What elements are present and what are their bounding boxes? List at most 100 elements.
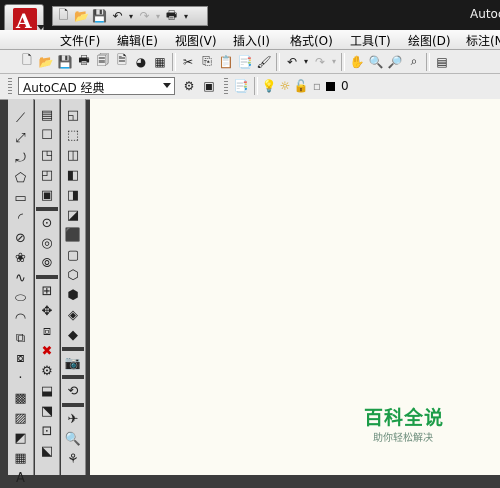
zoom-realtime-icon[interactable]: 🔍 (367, 53, 385, 71)
menu-draw[interactable]: 绘图(D) (408, 32, 451, 49)
polyline-icon[interactable]: ⤾ (11, 148, 31, 168)
viewport-freeze-icon[interactable]: ▫ (310, 77, 324, 95)
redo-icon[interactable]: ↷ (136, 8, 153, 24)
sun-icon[interactable]: ☼ (278, 77, 292, 95)
paste-icon[interactable]: 📋 (217, 53, 235, 71)
region-icon[interactable]: ◩ (11, 428, 31, 448)
se-isometric-icon[interactable]: ⬢ (63, 285, 83, 305)
box-icon[interactable]: ⬚ (63, 125, 83, 145)
layer-properties-icon[interactable]: 📑 (232, 77, 250, 95)
delete-faces-icon[interactable]: ✖ (37, 341, 57, 361)
imprint-icon[interactable]: ⬕ (37, 441, 57, 461)
workspace-settings-icon[interactable]: ⚙ (180, 77, 198, 95)
lock-icon[interactable]: 🔓 (294, 77, 309, 95)
zoom-window-icon[interactable]: 🔎 (386, 53, 404, 71)
spline-icon[interactable]: ∿ (11, 268, 31, 288)
match-properties-icon[interactable]: 🖌 (255, 53, 273, 71)
view-front-icon[interactable]: ◧ (63, 165, 83, 185)
view-top-icon[interactable]: ◫ (63, 145, 83, 165)
rect-boundary-icon[interactable]: ▣ (37, 185, 57, 205)
redo-icon[interactable]: ↷ (311, 53, 329, 71)
sw-isometric-icon[interactable]: ⬡ (63, 265, 83, 285)
paste-special-icon[interactable]: 📑 (236, 53, 254, 71)
undo-dropdown-icon[interactable]: ▾ (127, 8, 135, 24)
menu-insert[interactable]: 插入(I) (233, 32, 270, 49)
nw-isometric-icon[interactable]: ◆ (63, 325, 83, 345)
menu-tools[interactable]: 工具(T) (350, 32, 391, 49)
union-icon[interactable]: ⊙ (37, 213, 57, 233)
line-icon[interactable]: ⟋ (11, 108, 31, 128)
publish-icon[interactable]: 🗎 (113, 53, 131, 71)
menu-view[interactable]: 视图(V) (175, 32, 217, 49)
customize-icon[interactable]: ▣ (200, 77, 218, 95)
construction-line-icon[interactable]: ⤢ (11, 128, 31, 148)
view-right-icon[interactable]: ◪ (63, 205, 83, 225)
gradient-icon[interactable]: ▨ (11, 408, 31, 428)
customize-qat-icon[interactable]: ▾ (181, 8, 191, 24)
shell-icon[interactable]: ⬔ (37, 401, 57, 421)
plot-preview-icon[interactable]: 🗐 (94, 53, 112, 71)
intersect-icon[interactable]: ⦾ (37, 253, 57, 273)
3d-dwf-icon[interactable]: ◕ (132, 53, 150, 71)
undo-dropdown-icon[interactable]: ▾ (302, 53, 310, 71)
extrude-faces-icon[interactable]: ⬓ (37, 381, 57, 401)
pan-icon[interactable]: ✋ (348, 53, 366, 71)
cut-icon[interactable]: ✂ (179, 53, 197, 71)
open-icon[interactable]: 📂 (73, 8, 90, 24)
redo-dropdown-icon[interactable]: ▾ (154, 8, 162, 24)
zoom-previous-icon[interactable]: ⌕ (405, 53, 423, 71)
table-icon[interactable]: ▦ (11, 448, 31, 468)
plot-icon[interactable]: 🖶 (163, 8, 180, 24)
make-block-icon[interactable]: ⧇ (11, 348, 31, 368)
multiline-text-icon[interactable]: A (11, 468, 31, 488)
open-icon[interactable]: 📂 (37, 53, 55, 71)
3d-rotate-icon[interactable]: ✥ (37, 301, 57, 321)
redo-dropdown-icon[interactable]: ▾ (330, 53, 338, 71)
undo-icon[interactable]: ↶ (283, 53, 301, 71)
properties-icon[interactable]: ▤ (433, 53, 451, 71)
layer-control[interactable]: 📑 💡 ☼ 🔓 ▫ 0 (232, 77, 349, 95)
3d-align-icon[interactable]: ⧈ (37, 321, 57, 341)
sheet-set-icon[interactable]: ▦ (151, 53, 169, 71)
save-icon[interactable]: 💾 (91, 8, 108, 24)
subtract-icon[interactable]: ◎ (37, 233, 57, 253)
point-icon[interactable]: · (11, 368, 31, 388)
lightbulb-icon[interactable]: 💡 (262, 77, 277, 95)
polygon-icon[interactable]: ⬠ (11, 168, 31, 188)
view-bottom-icon[interactable]: ▢ (63, 245, 83, 265)
walk-icon[interactable]: ⚘ (63, 449, 83, 469)
arc-icon[interactable]: ◜ (11, 208, 31, 228)
ellipse-arc-icon[interactable]: ◠ (11, 308, 31, 328)
menu-file[interactable]: 文件(F) (60, 32, 100, 49)
toolbar-grip[interactable] (8, 78, 15, 96)
circle-icon[interactable]: ⊘ (11, 228, 31, 248)
menu-format[interactable]: 格式(O) (290, 32, 333, 49)
insert-block-icon[interactable]: ⧉ (11, 328, 31, 348)
menu-edit[interactable]: 编辑(E) (117, 32, 158, 49)
copy-icon[interactable]: ⎘ (198, 53, 216, 71)
3d-fly-icon[interactable]: ✈ (63, 409, 83, 429)
camera-icon[interactable]: 📷 (63, 353, 83, 373)
color-faces-icon[interactable]: ⚙ (37, 361, 57, 381)
3d-orbit-icon[interactable]: ⟲ (63, 381, 83, 401)
box-outline-icon[interactable]: ☐ (37, 125, 57, 145)
ne-isometric-icon[interactable]: ◈ (63, 305, 83, 325)
plot-icon[interactable]: 🖶 (75, 53, 93, 71)
rectangle-icon[interactable]: ▭ (11, 188, 31, 208)
undo-icon[interactable]: ↶ (109, 8, 126, 24)
view-back-icon[interactable]: ⬛ (63, 225, 83, 245)
revision-cloud-icon[interactable]: ❀ (11, 248, 31, 268)
ellipse-icon[interactable]: ⬭ (11, 288, 31, 308)
view-left-icon[interactable]: ◨ (63, 185, 83, 205)
wedge-outline-icon[interactable]: ◳ (37, 145, 57, 165)
3d-pan-icon[interactable]: ◱ (63, 105, 83, 125)
separate-icon[interactable]: ⊡ (37, 421, 57, 441)
new-icon[interactable]: 🗋 (55, 8, 72, 24)
toolbar-grip[interactable] (224, 78, 231, 96)
hatch-icon[interactable]: ▩ (11, 388, 31, 408)
polysolid-icon[interactable]: ▤ (37, 105, 57, 125)
3d-move-icon[interactable]: ⊞ (37, 281, 57, 301)
workspace-select[interactable]: AutoCAD 经典 (18, 77, 175, 95)
zoom-icon[interactable]: 🔍 (63, 429, 83, 449)
save-icon[interactable]: 💾 (56, 53, 74, 71)
